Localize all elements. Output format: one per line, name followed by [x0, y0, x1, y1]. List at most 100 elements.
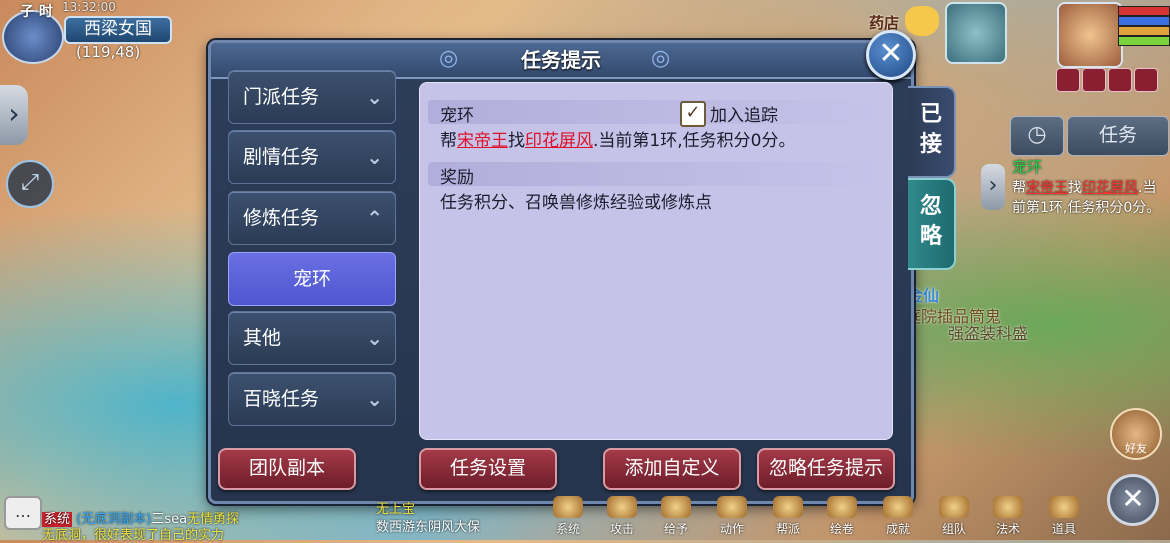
category-story-tasks[interactable]: 剧情任务 ⌄: [228, 130, 396, 184]
left-expand-arrow-icon[interactable]: ›: [0, 85, 28, 145]
scroll-button[interactable]: 绘卷: [818, 496, 866, 540]
bottom-label: 帮派: [775, 522, 800, 536]
chevron-down-icon: ⌄: [366, 326, 383, 350]
category-label: 剧情任务: [243, 146, 320, 168]
attack-button[interactable]: 攻击: [598, 496, 646, 540]
bottom-label: 组队: [941, 522, 966, 536]
system-button[interactable]: 系统: [544, 496, 592, 540]
tracked-task-body[interactable]: 帮宋帝王找印花屏风.当前第1环,任务积分0分。: [1012, 178, 1170, 218]
tracked-npc-link[interactable]: 宋帝王: [1026, 180, 1068, 196]
bottom-label: 动作: [719, 522, 744, 536]
bottom-label: 法术: [995, 522, 1020, 536]
chevron-down-icon: ⌄: [366, 387, 383, 411]
attack-icon: [607, 496, 637, 518]
give-button[interactable]: 给予: [652, 496, 700, 540]
action-button[interactable]: 动作: [708, 496, 756, 540]
mp-bar: [1118, 16, 1170, 26]
bottom-action-bar: 系统 攻击 给予 动作 帮派 绘卷 成就 组队 法术 道具: [520, 496, 1100, 540]
chevron-down-icon: ⌄: [366, 85, 383, 109]
category-training-tasks[interactable]: 修炼任务 ⌃: [228, 191, 396, 245]
category-label: 门派任务: [243, 86, 320, 108]
bottom-label: 给予: [663, 522, 688, 536]
guild-icon: [773, 496, 803, 518]
give-icon: [661, 496, 691, 518]
tab-ignored-label-2: 略: [919, 224, 942, 249]
bottom-label: 系统: [555, 522, 580, 536]
scene-npc-name-2: 强盗装科盛: [948, 324, 1029, 343]
add-custom-button[interactable]: 添加自定义: [603, 448, 741, 490]
fullscreen-expand-icon[interactable]: ⤢: [6, 160, 54, 208]
potion-status-icon[interactable]: [1134, 68, 1158, 92]
tab-ignored[interactable]: 忽 略: [908, 178, 956, 270]
reward-header: [428, 162, 882, 186]
spell-button[interactable]: 法术: [984, 496, 1032, 540]
heart-status-icon[interactable]: [1056, 68, 1080, 92]
game-time-label: 子 时: [20, 4, 53, 20]
subcategory-pet-ring[interactable]: 宠环: [228, 252, 396, 306]
map-coordinates: (119,48): [76, 43, 141, 61]
hp-bar: [1118, 6, 1170, 16]
achievement-button[interactable]: 成就: [874, 496, 922, 540]
chevron-up-icon: ⌃: [366, 206, 383, 230]
game-time-value: 13:32:00: [62, 0, 116, 14]
team-dungeon-button[interactable]: 团队副本: [218, 448, 356, 490]
system-icon: [553, 496, 583, 518]
task-tracker-button[interactable]: 任务: [1067, 116, 1169, 156]
guild-button[interactable]: 帮派: [764, 496, 812, 540]
tracked-item-link[interactable]: 印花屏风: [1082, 180, 1138, 196]
action-icon: [717, 496, 747, 518]
chat-line: 无底洞，很好表现了自己的实力: [42, 528, 225, 543]
reward-title: 奖励: [440, 168, 474, 188]
task-settings-button[interactable]: 任务设置: [419, 448, 557, 490]
close-menu-icon[interactable]: ✕: [1107, 474, 1159, 526]
clock-icon[interactable]: ◷: [1010, 116, 1064, 156]
category-sect-tasks[interactable]: 门派任务 ⌄: [228, 70, 396, 124]
tab-ignored-label-1: 忽: [919, 194, 942, 219]
team-button[interactable]: 组队: [930, 496, 978, 540]
exp-bar: [1118, 36, 1170, 46]
friends-label: 好友: [1125, 442, 1147, 455]
category-baixiao-tasks[interactable]: 百晓任务 ⌄: [228, 372, 396, 426]
cat-npc-icon: [905, 6, 939, 36]
chat-bubble-icon[interactable]: …: [4, 496, 42, 530]
task-title: 宠环: [440, 106, 474, 126]
tracker-collapse-arrow-icon[interactable]: ›: [981, 164, 1005, 210]
reward-description: 任务积分、召唤兽修炼经验或修炼点: [440, 193, 712, 213]
pet-portrait[interactable]: [945, 2, 1007, 64]
gem-status-icon[interactable]: [1108, 68, 1132, 92]
spell-icon: [993, 496, 1023, 518]
chat-line: 数西游东阴风大保: [376, 520, 481, 535]
achievement-icon: [883, 496, 913, 518]
track-checkbox-label[interactable]: 加入追踪: [710, 101, 778, 126]
task-description: 帮宋帝王找印花屏风.当前第1环,任务积分0分。: [440, 131, 796, 151]
tab-accepted-label-1: 已: [919, 102, 942, 127]
tracked-task-title[interactable]: 宠环: [1012, 156, 1042, 177]
category-label: 修炼任务: [243, 207, 320, 229]
category-label: 百晓任务: [243, 388, 320, 410]
bottom-label: 成就: [885, 522, 910, 536]
anger-bar: [1118, 26, 1170, 36]
friends-button[interactable]: 好友: [1110, 408, 1162, 460]
buff-status-icon[interactable]: [1082, 68, 1106, 92]
item-link[interactable]: 印花屏风: [525, 131, 593, 151]
chat-line: 无上宝: [376, 502, 416, 517]
hero-portrait[interactable]: [1057, 2, 1123, 68]
team-icon: [939, 496, 969, 518]
ignore-tips-button[interactable]: 忽略任务提示: [757, 448, 895, 490]
track-checkbox[interactable]: ✓: [680, 101, 706, 127]
task-title-header: [428, 100, 882, 124]
bottom-label: 道具: [1051, 522, 1076, 536]
tab-accepted[interactable]: 已 接: [908, 86, 956, 178]
category-other[interactable]: 其他 ⌄: [228, 311, 396, 365]
items-button[interactable]: 道具: [1040, 496, 1088, 540]
bottom-label: 攻击: [609, 522, 634, 536]
bottom-label: 绘卷: [829, 522, 854, 536]
scroll-icon: [827, 496, 857, 518]
items-icon: [1049, 496, 1079, 518]
current-map-name[interactable]: 西梁女国: [64, 16, 172, 44]
dialog-close-icon[interactable]: ✕: [866, 30, 916, 80]
npc-link[interactable]: 宋帝王: [457, 131, 508, 151]
tab-accepted-label-2: 接: [919, 132, 942, 157]
chevron-down-icon: ⌄: [366, 145, 383, 169]
category-label: 其他: [243, 327, 282, 349]
